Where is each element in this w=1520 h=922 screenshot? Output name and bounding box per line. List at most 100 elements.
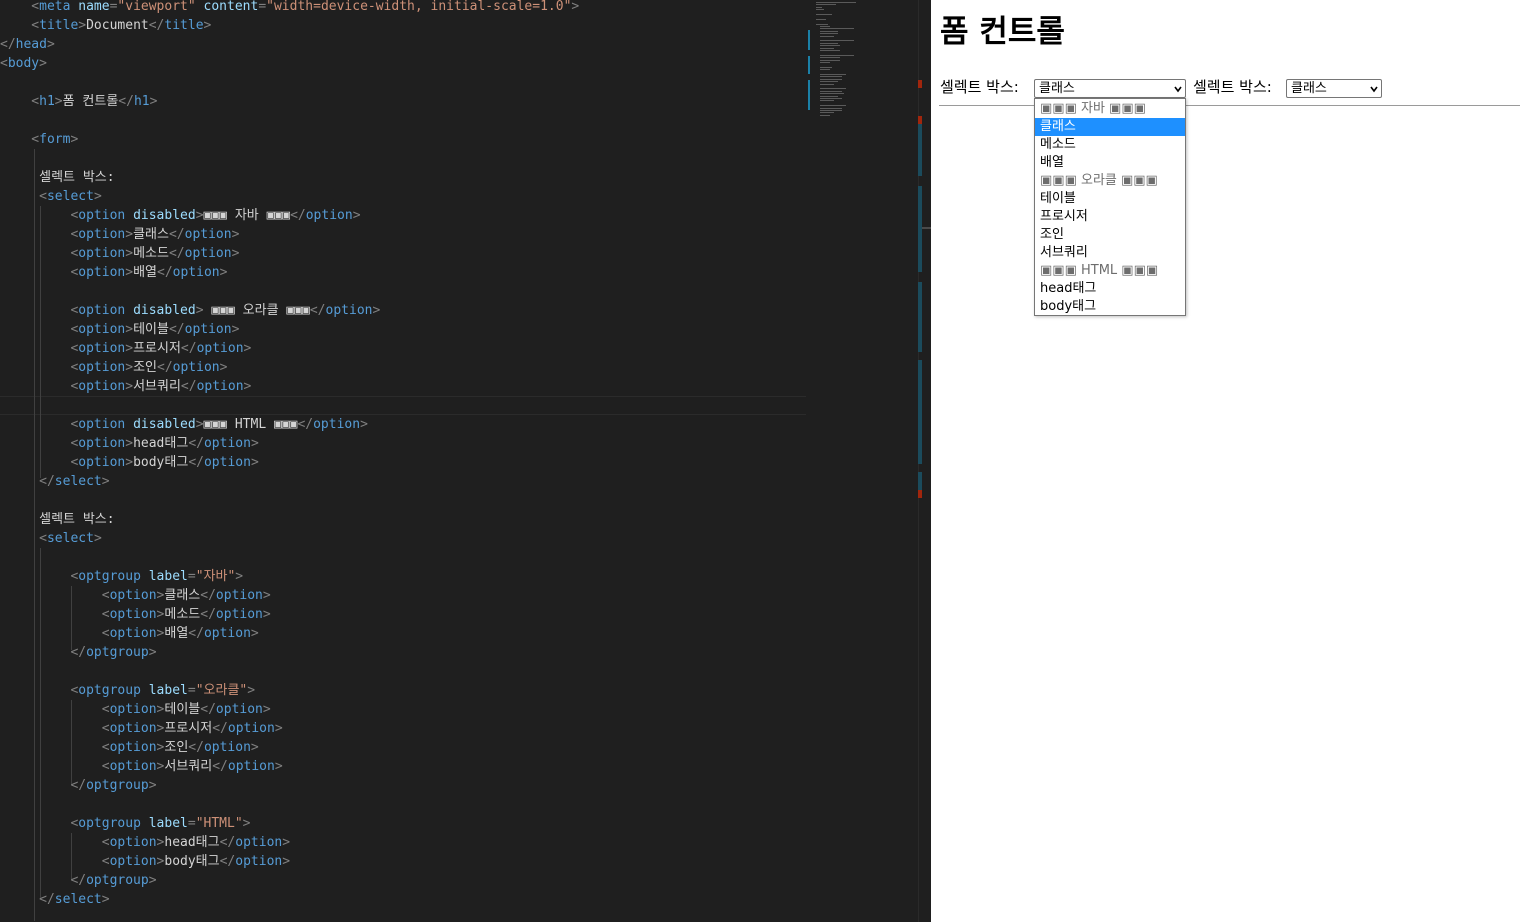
code-line[interactable]: 셀렉트 박스: — [0, 510, 806, 529]
code-line[interactable]: <option>메소드</option> — [0, 605, 806, 624]
code-token: option — [78, 322, 126, 337]
code-token: </ — [0, 873, 87, 888]
code-line[interactable]: <option>조인</option> — [0, 358, 806, 377]
code-line[interactable]: <option disabled> ▣▣▣ 오라클 ▣▣▣</option> — [0, 301, 806, 320]
dropdown-option[interactable]: 메소드 — [1035, 136, 1185, 154]
code-token: option — [78, 360, 126, 375]
select2-dropdown[interactable]: 클래스 — [1286, 79, 1382, 98]
code-line[interactable] — [0, 111, 806, 130]
dropdown-option[interactable]: body태그 — [1035, 298, 1185, 316]
code-line[interactable]: </optgroup> — [0, 776, 806, 795]
code-token: = — [187, 683, 196, 698]
code-line[interactable]: <option>배열</option> — [0, 624, 806, 643]
code-token: > — [262, 588, 271, 603]
code-line[interactable]: <option>프로시저</option> — [0, 719, 806, 738]
code-line[interactable]: <option disabled>▣▣▣ HTML ▣▣▣</option> — [0, 415, 806, 434]
code-token: > — [372, 303, 381, 318]
minimap[interactable] — [806, 0, 918, 922]
code-line[interactable]: </head> — [0, 35, 806, 54]
code-token: > — [54, 94, 63, 109]
code-line[interactable]: <select> — [0, 187, 806, 206]
code-editor[interactable]: <meta name="viewport" content="width=dev… — [0, 0, 931, 922]
code-token: 조인 — [133, 360, 157, 375]
code-line[interactable]: <option>head태그</option> — [0, 833, 806, 852]
code-token: </ — [200, 702, 216, 717]
code-line[interactable]: <body> — [0, 54, 806, 73]
code-token: 폼 컨트롤 — [62, 94, 119, 109]
code-token: select — [46, 189, 94, 204]
code-line[interactable] — [0, 548, 806, 567]
code-token: body — [7, 56, 40, 71]
code-line[interactable] — [0, 282, 806, 301]
code-line[interactable]: <optgroup label="HTML"> — [0, 814, 806, 833]
code-token: optgroup — [86, 778, 149, 793]
chevron-down-icon — [1370, 86, 1378, 93]
code-line[interactable] — [0, 662, 806, 681]
code-line[interactable]: 셀렉트 박스: — [0, 168, 806, 187]
code-line[interactable]: </select> — [0, 472, 806, 491]
code-line[interactable]: <option>서브쿼리</option> — [0, 377, 806, 396]
dropdown-option[interactable]: 클래스 — [1035, 118, 1185, 136]
code-line[interactable]: <option>프로시저</option> — [0, 339, 806, 358]
code-token: > — [125, 379, 134, 394]
code-line[interactable]: <option>클래스</option> — [0, 225, 806, 244]
dropdown-option[interactable]: 서브쿼리 — [1035, 244, 1185, 262]
code-line[interactable]: <option>메소드</option> — [0, 244, 806, 263]
code-token: > — [274, 759, 283, 774]
select1-options-list[interactable]: ▣▣▣ 자바 ▣▣▣ 클래스 메소드 배열 ▣▣▣ 오라클 ▣▣▣ 테이블 프로시저 조인 서브… — [1034, 98, 1186, 316]
code-token: option — [203, 626, 251, 641]
code-line[interactable] — [0, 795, 806, 814]
code-line[interactable] — [0, 396, 806, 415]
code-token: = — [187, 816, 196, 831]
dropdown-option[interactable]: 조인 — [1035, 226, 1185, 244]
code-token: option — [109, 759, 157, 774]
code-line[interactable] — [0, 491, 806, 510]
code-token: body태그 — [164, 854, 220, 869]
code-line[interactable]: <option>테이블</option> — [0, 320, 806, 339]
code-token: "오라클" — [195, 683, 248, 698]
code-line[interactable]: </select> — [0, 890, 806, 909]
code-line[interactable] — [0, 149, 806, 168]
dropdown-option[interactable]: 배열 — [1035, 154, 1185, 172]
dropdown-option[interactable]: 프로시저 — [1035, 208, 1185, 226]
code-line[interactable]: <select> — [0, 529, 806, 548]
code-line[interactable]: </optgroup> — [0, 643, 806, 662]
code-token: option — [196, 379, 244, 394]
code-token: option — [227, 721, 275, 736]
code-token: option — [215, 702, 263, 717]
code-line[interactable]: <option>body태그</option> — [0, 453, 806, 472]
code-token: > — [148, 873, 157, 888]
code-line[interactable]: <h1>폼 컨트롤</h1> — [0, 92, 806, 111]
code-line[interactable]: <option>body태그</option> — [0, 852, 806, 871]
code-token: < — [0, 588, 110, 603]
code-line[interactable]: <title>Document</title> — [0, 16, 806, 35]
code-token: > — [219, 265, 228, 280]
code-token: option — [109, 721, 157, 736]
code-token: > — [46, 37, 55, 52]
code-line[interactable]: <option>테이블</option> — [0, 700, 806, 719]
code-token: = — [258, 0, 267, 14]
code-token: </ — [290, 208, 306, 223]
code-line[interactable]: <option>조인</option> — [0, 738, 806, 757]
minimap-line — [820, 81, 838, 83]
select1-dropdown[interactable]: 클래스 — [1034, 79, 1186, 98]
code-line[interactable]: </optgroup> — [0, 871, 806, 890]
code-area[interactable]: <meta name="viewport" content="width=dev… — [0, 0, 806, 922]
code-token: head — [15, 37, 47, 52]
code-token: option — [227, 759, 275, 774]
code-line[interactable]: <option>클래스</option> — [0, 586, 806, 605]
code-line[interactable]: <option>head태그</option> — [0, 434, 806, 453]
code-line[interactable]: <optgroup label="오라클"> — [0, 681, 806, 700]
dropdown-option[interactable]: 테이블 — [1035, 190, 1185, 208]
code-token: > — [250, 436, 259, 451]
code-line[interactable] — [0, 73, 806, 92]
code-line[interactable]: <form> — [0, 130, 806, 149]
code-token: > — [360, 417, 368, 432]
code-line[interactable]: <optgroup label="자바"> — [0, 567, 806, 586]
dropdown-option[interactable]: head태그 — [1035, 280, 1185, 298]
code-line[interactable]: <option>배열</option> — [0, 263, 806, 282]
code-line[interactable]: <option disabled>▣▣▣ 자바 ▣▣▣</option> — [0, 206, 806, 225]
code-line[interactable]: <meta name="viewport" content="width=dev… — [0, 0, 806, 16]
code-line[interactable]: <option>서브쿼리</option> — [0, 757, 806, 776]
